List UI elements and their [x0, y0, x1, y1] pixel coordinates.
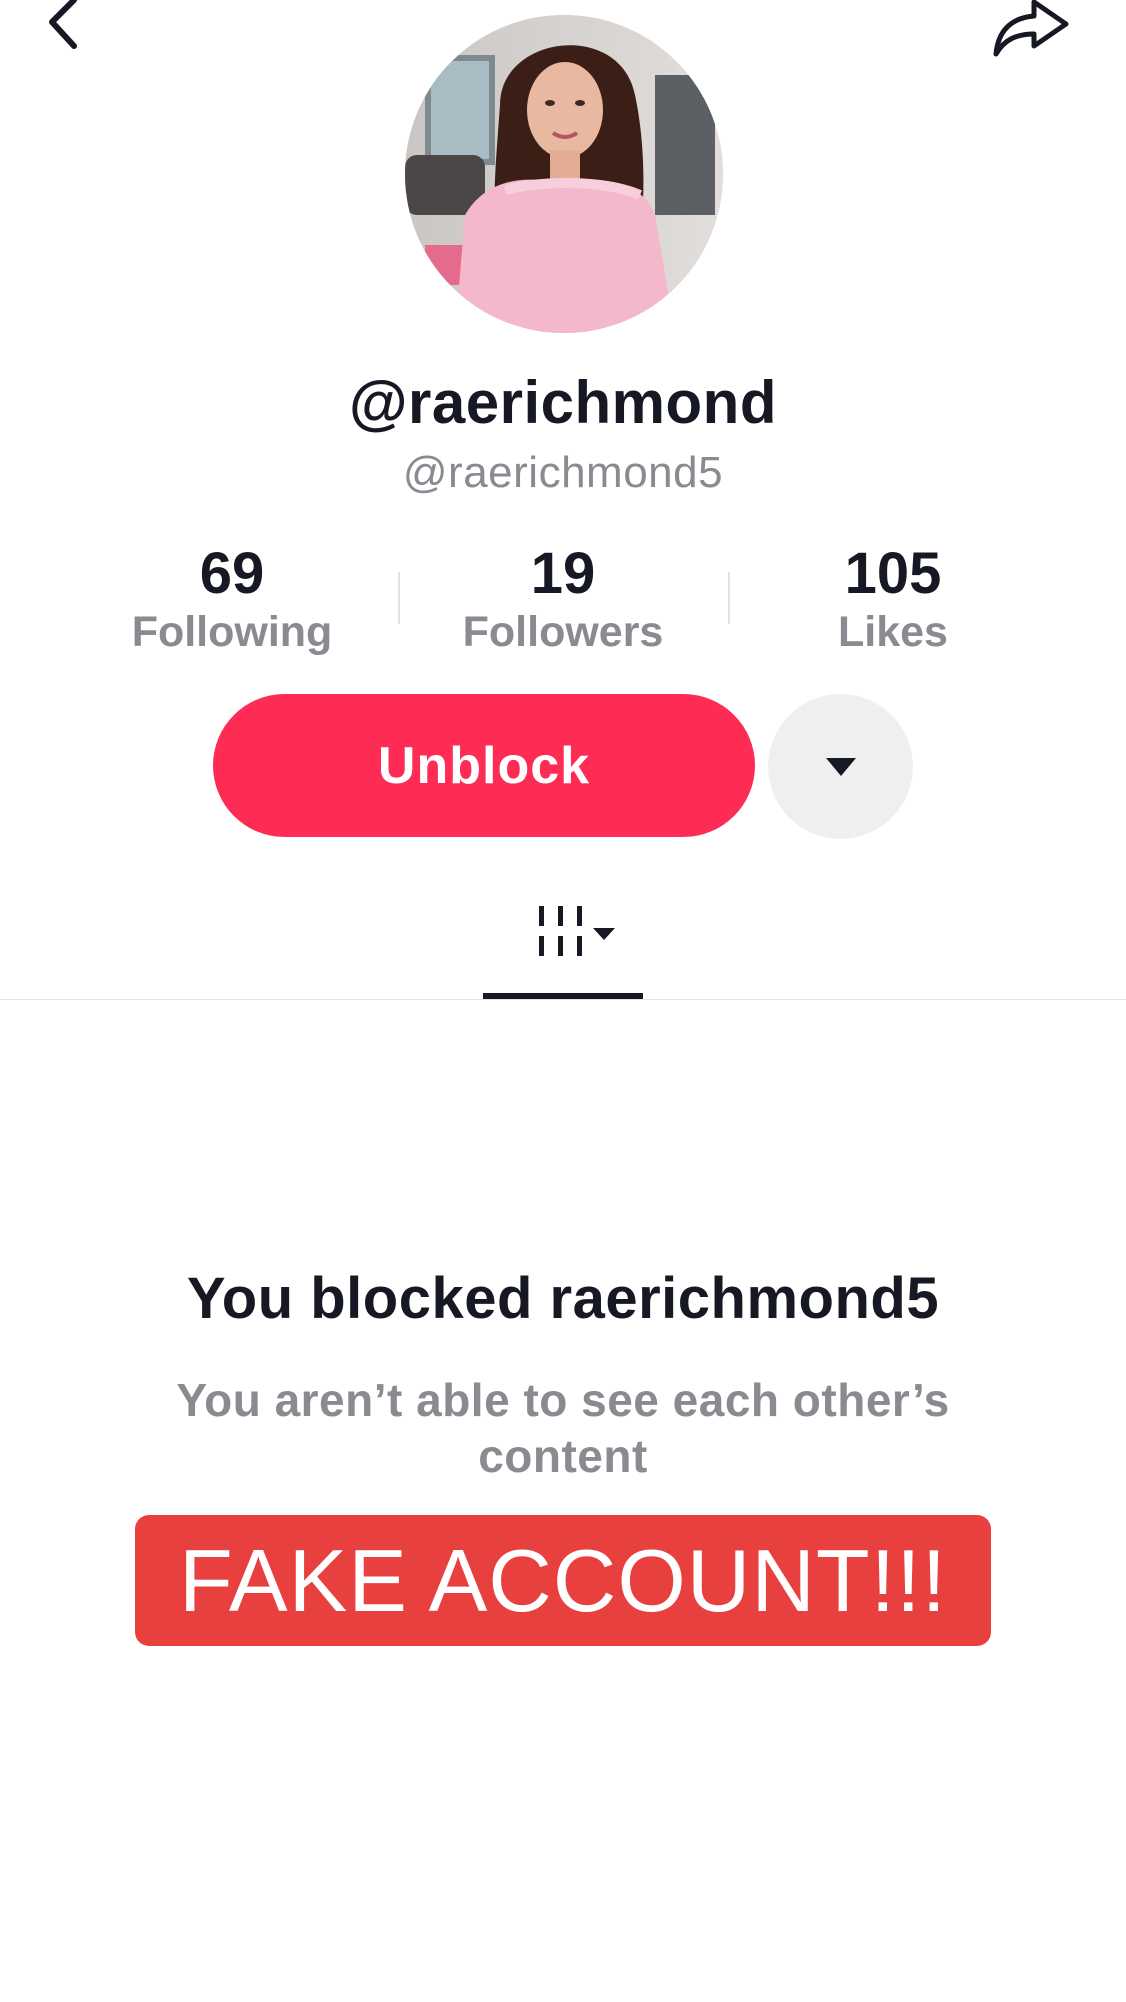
share-arrow-icon — [993, 0, 1069, 57]
following-label: Following — [131, 608, 333, 656]
stat-followers[interactable]: 19 Followers — [433, 540, 693, 656]
share-button[interactable] — [990, 0, 1080, 70]
tab-videos[interactable] — [483, 900, 643, 1000]
following-count: 69 — [199, 541, 265, 606]
grid-icon — [539, 906, 615, 956]
avatar[interactable] — [405, 15, 723, 333]
stat-likes: 105 Likes — [763, 540, 1023, 656]
stat-divider — [398, 572, 400, 624]
more-options-button[interactable] — [768, 694, 913, 839]
fake-account-banner: FAKE ACCOUNT!!! — [135, 1515, 991, 1646]
unblock-button[interactable]: Unblock — [213, 694, 755, 837]
likes-count: 105 — [844, 541, 942, 606]
blocked-title: You blocked raerichmond5 — [186, 1266, 940, 1331]
tab-divider — [0, 999, 1126, 1000]
display-name: @raerichmond — [349, 369, 777, 436]
caret-down-icon — [825, 757, 856, 776]
stat-divider — [728, 572, 730, 624]
blocked-subtitle: You aren’t able to see each other’s cont… — [176, 1374, 950, 1482]
likes-label: Likes — [838, 608, 948, 656]
followers-label: Followers — [462, 608, 664, 656]
followers-count: 19 — [530, 541, 596, 606]
username: @raerichmond5 — [402, 448, 724, 497]
back-button[interactable] — [40, 0, 110, 60]
chevron-left-icon — [49, 0, 77, 49]
profile-photo-image — [405, 15, 723, 333]
stat-following[interactable]: 69 Following — [102, 540, 362, 656]
